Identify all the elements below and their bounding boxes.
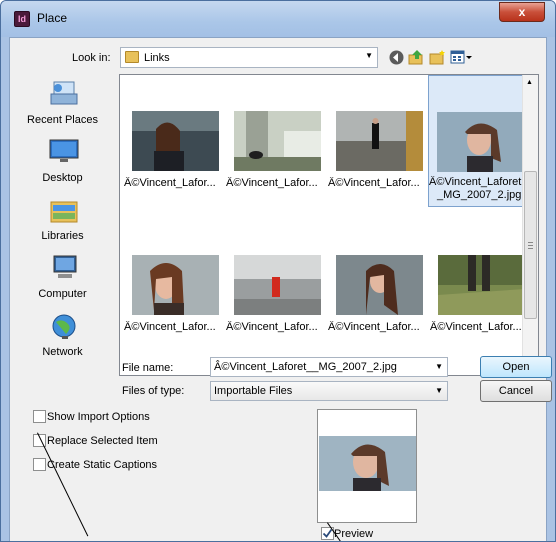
places-bar: Recent Places Desktop Libraries Computer [10, 72, 115, 372]
chevron-down-icon[interactable]: ▼ [435, 358, 443, 376]
file-thumbnail [336, 111, 423, 171]
dialog-title: Place [37, 11, 68, 25]
file-thumbnail [438, 255, 525, 315]
preview-image [319, 436, 416, 491]
file-name: Â©Vincent_Lafor... [124, 177, 216, 189]
file-thumbnail [437, 112, 524, 172]
files-of-type-label: Files of type: [122, 385, 185, 397]
indesign-app-icon: Id [14, 11, 30, 27]
file-item-selected[interactable]: Â©Vincent_Laforet _MG_2007_2.jpg [428, 75, 528, 207]
look-in-value: Links [144, 52, 170, 64]
look-in-label: Look in: [72, 52, 111, 64]
files-of-type-value: Importable Files [214, 385, 293, 397]
place-label: Computer [38, 288, 87, 300]
place-recent-places[interactable]: Recent Places [10, 80, 115, 134]
preview-pane [317, 409, 417, 523]
file-item[interactable]: Â©Vincent_Lafor... [124, 223, 222, 363]
cancel-button[interactable]: Cancel [480, 380, 552, 402]
view-menu-icon[interactable] [450, 49, 474, 66]
look-in-dropdown[interactable]: Links ▼ [120, 47, 378, 68]
libraries-icon [48, 196, 80, 224]
chevron-down-icon: ▼ [435, 386, 443, 395]
network-icon [48, 312, 80, 340]
file-item[interactable]: Â©Vincent_Lafor... [226, 223, 324, 363]
files-of-type-dropdown[interactable]: Importable Files ▼ [210, 381, 448, 401]
file-thumbnail [132, 111, 219, 171]
place-computer[interactable]: Computer [10, 254, 115, 308]
place-label: Network [42, 346, 83, 358]
preview-label: Preview [334, 528, 374, 540]
title-bar[interactable]: Id Place x [1, 1, 555, 37]
file-list[interactable]: Â©Vincent_Lafor... Â©Vincent_Lafor... Â©… [119, 74, 539, 376]
file-item[interactable]: Â©Vincent_Lafor... [328, 223, 426, 363]
file-thumbnail [336, 255, 423, 315]
open-button[interactable]: Open [480, 356, 552, 378]
file-name: Â©Vincent_Lafor... [328, 321, 420, 333]
file-thumbnail [132, 255, 219, 315]
place-desktop[interactable]: Desktop [10, 138, 115, 192]
create-static-captions-label: Create Static Captions [47, 459, 158, 471]
file-name: Â©Vincent_Lafor... [430, 321, 522, 333]
dialog-body: Look in: Links ▼ Recent Places Desktop L… [9, 37, 552, 541]
file-item[interactable]: Â©Vincent_Lafor... [226, 79, 324, 219]
file-thumbnail [234, 255, 321, 315]
place-libraries[interactable]: Libraries [10, 196, 115, 250]
scroll-up-icon[interactable]: ▲ [526, 79, 533, 86]
back-icon[interactable] [388, 49, 405, 66]
place-label: Desktop [42, 172, 83, 184]
create-static-captions-checkbox[interactable] [33, 458, 46, 471]
file-item[interactable]: Â©Vincent_Lafor... [430, 223, 528, 363]
show-import-options-checkbox[interactable] [33, 410, 46, 423]
close-button[interactable]: x [499, 2, 545, 22]
file-name-label: File name: [122, 362, 174, 374]
file-name-value: Â©Vincent_Laforet__MG_2007_2.jpg [214, 361, 397, 373]
place-dialog: Id Place x Look in: Links ▼ Recent Place… [0, 0, 556, 542]
computer-icon [48, 254, 80, 282]
file-name-line2: _MG_2007_2.jpg [437, 189, 522, 201]
place-label: Libraries [41, 230, 84, 242]
file-list-scrollbar[interactable]: ▲ ▼ [522, 75, 538, 375]
file-name: Â©Vincent_Lafor... [124, 321, 216, 333]
file-item[interactable]: Â©Vincent_Lafor... [124, 79, 222, 219]
desktop-icon [48, 138, 80, 166]
file-name: Â©Vincent_Laforet [429, 176, 522, 188]
recent-places-icon [48, 80, 80, 108]
folder-icon [125, 51, 139, 63]
show-import-options-label: Show Import Options [47, 411, 150, 423]
file-thumbnail [234, 111, 321, 171]
scrollbar-thumb[interactable] [524, 171, 537, 319]
chevron-down-icon: ▼ [365, 51, 373, 60]
new-folder-icon[interactable] [429, 49, 446, 66]
file-name: Â©Vincent_Lafor... [226, 177, 318, 189]
place-network[interactable]: Network [10, 312, 115, 366]
up-folder-icon[interactable] [408, 49, 425, 66]
file-name: Â©Vincent_Lafor... [226, 321, 318, 333]
file-name: Â©Vincent_Lafor... [328, 177, 420, 189]
replace-selected-item-label: Replace Selected Item [47, 435, 158, 447]
file-name-field[interactable]: Â©Vincent_Laforet__MG_2007_2.jpg ▼ [210, 357, 448, 377]
place-label: Recent Places [27, 114, 98, 126]
file-item[interactable]: Â©Vincent_Lafor... [328, 79, 426, 219]
